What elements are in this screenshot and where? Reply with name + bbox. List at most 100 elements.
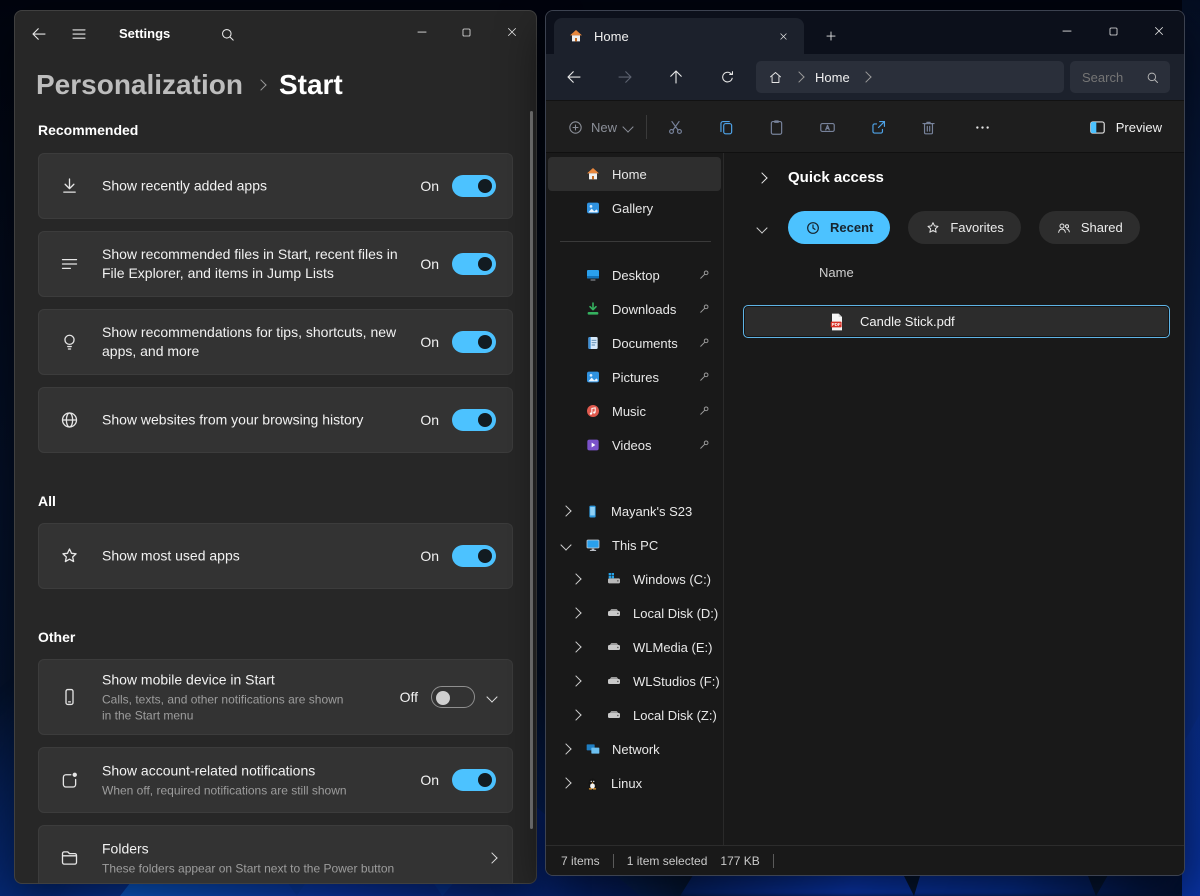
settings-search-button[interactable]: [211, 18, 243, 50]
sidebar-item-home[interactable]: Home: [548, 157, 721, 191]
setting-subtitle: When off, required notifications are sti…: [102, 783, 347, 799]
collapse-chevron-down-icon[interactable]: [562, 528, 570, 562]
new-button[interactable]: New: [561, 112, 638, 142]
pin-icon[interactable]: [698, 337, 711, 350]
file-row-selected[interactable]: PDF Candle Stick.pdf: [743, 305, 1170, 338]
rename-button[interactable]: [810, 112, 844, 142]
toggle-recently-added-apps[interactable]: [452, 175, 496, 197]
column-header-name[interactable]: Name: [819, 265, 854, 280]
cut-button[interactable]: [658, 112, 692, 142]
close-button[interactable]: [489, 11, 534, 53]
tab-close-button[interactable]: [772, 25, 794, 47]
nav-back-button[interactable]: [559, 62, 589, 92]
close-button[interactable]: [1136, 11, 1182, 51]
file-name: Candle Stick.pdf: [860, 314, 955, 329]
setting-card-mobile-device[interactable]: Show mobile device in Start Calls, texts…: [38, 659, 513, 735]
address-breadcrumb-home[interactable]: Home: [815, 70, 850, 85]
explorer-tabbar: Home: [546, 11, 1184, 54]
toggle-websites-history[interactable]: [452, 409, 496, 431]
quick-access-header[interactable]: Quick access: [758, 169, 884, 186]
explorer-navbar: Home: [546, 54, 1184, 100]
sidebar-item-drive-e[interactable]: WLMedia (E:): [548, 630, 721, 664]
expand-chevron-right-icon[interactable]: [572, 698, 580, 732]
section-chevron-down-icon[interactable]: [756, 222, 767, 233]
copy-button[interactable]: [709, 112, 743, 142]
sidebar-item-desktop[interactable]: Desktop: [548, 258, 721, 292]
toggle-state-label: On: [420, 334, 439, 350]
sidebar-item-downloads[interactable]: Downloads: [548, 292, 721, 326]
toggle-most-used-apps[interactable]: [452, 545, 496, 567]
expand-chevron-right-icon[interactable]: [562, 494, 570, 528]
toggle-state-label: On: [420, 256, 439, 272]
sidebar-item-network[interactable]: Network: [548, 732, 721, 766]
preview-button[interactable]: Preview: [1082, 112, 1168, 142]
sidebar-item-documents[interactable]: Documents: [548, 326, 721, 360]
nav-forward-button[interactable]: [610, 62, 640, 92]
nav-up-button[interactable]: [661, 62, 691, 92]
minimize-button[interactable]: [1044, 11, 1090, 51]
delete-button[interactable]: [911, 112, 945, 142]
toggle-recommended-files[interactable]: [452, 253, 496, 275]
section-chevron-right-icon[interactable]: [756, 172, 767, 183]
maximize-button[interactable]: [1090, 11, 1136, 51]
sidebar-item-videos[interactable]: Videos: [548, 428, 721, 462]
settings-app-title: Settings: [119, 26, 170, 41]
sidebar-item-drive-c[interactable]: Windows (C:): [548, 562, 721, 596]
pin-icon[interactable]: [698, 269, 711, 282]
maximize-button[interactable]: [444, 11, 489, 53]
expand-chevron-right-icon[interactable]: [572, 562, 580, 596]
pin-icon[interactable]: [698, 371, 711, 384]
tab-home[interactable]: Home: [554, 18, 804, 54]
filter-pill-label: Favorites: [950, 220, 1003, 235]
more-ellipsis-icon: [973, 118, 992, 137]
sidebar-item-phone-device[interactable]: Mayank's S23: [548, 494, 721, 528]
sidebar-item-music[interactable]: Music: [548, 394, 721, 428]
sidebar-item-drive-f[interactable]: WLStudios (F:): [548, 664, 721, 698]
sidebar-item-label: This PC: [612, 538, 658, 553]
forward-arrow-icon: [616, 68, 634, 86]
new-tab-button[interactable]: [818, 23, 844, 49]
pin-icon[interactable]: [698, 303, 711, 316]
maximize-icon: [460, 26, 473, 39]
filter-pill-favorites[interactable]: Favorites: [908, 211, 1020, 244]
sidebar-item-this-pc[interactable]: This PC: [548, 528, 721, 562]
search-box[interactable]: [1070, 61, 1170, 93]
toggle-state-label: On: [420, 548, 439, 564]
expand-chevron-right-icon[interactable]: [572, 630, 580, 664]
search-input[interactable]: [1080, 69, 1145, 86]
toggle-account-notifications[interactable]: [452, 769, 496, 791]
toggle-recommendations-tips[interactable]: [452, 331, 496, 353]
setting-card-folders[interactable]: Folders These folders appear on Start ne…: [38, 825, 513, 884]
sidebar-item-linux[interactable]: Linux: [548, 766, 721, 800]
nav-refresh-button[interactable]: [712, 62, 742, 92]
refresh-icon: [719, 69, 736, 86]
back-button[interactable]: [23, 18, 55, 50]
sidebar-item-pictures[interactable]: Pictures: [548, 360, 721, 394]
minimize-button[interactable]: [399, 11, 444, 53]
status-divider: [613, 854, 614, 868]
filter-pill-shared[interactable]: Shared: [1039, 211, 1140, 244]
paste-icon: [767, 118, 786, 137]
sidebar-item-label: Downloads: [612, 302, 676, 317]
sidebar-item-gallery[interactable]: Gallery: [548, 191, 721, 225]
filter-pill-recent[interactable]: Recent: [788, 211, 890, 244]
toggle-mobile-device[interactable]: [431, 686, 475, 708]
paste-button[interactable]: [759, 112, 793, 142]
expand-chevron-right-icon[interactable]: [562, 732, 570, 766]
more-options-button[interactable]: [965, 112, 999, 142]
sidebar-item-drive-d[interactable]: Local Disk (D:): [548, 596, 721, 630]
navigation-menu-button[interactable]: [63, 18, 95, 50]
settings-scrollbar[interactable]: [530, 111, 533, 829]
pin-icon[interactable]: [698, 405, 711, 418]
expand-chevron-right-icon[interactable]: [572, 664, 580, 698]
sidebar-item-drive-z[interactable]: Local Disk (Z:): [548, 698, 721, 732]
expand-chevron-down-icon[interactable]: [486, 691, 497, 702]
sidebar-item-label: Network: [612, 742, 660, 757]
expand-chevron-right-icon[interactable]: [562, 766, 570, 800]
share-button[interactable]: [861, 112, 895, 142]
toolbar-divider: [646, 115, 647, 139]
breadcrumb-personalization[interactable]: Personalization: [36, 69, 243, 101]
pin-icon[interactable]: [698, 439, 711, 452]
address-bar[interactable]: Home: [756, 61, 1064, 93]
expand-chevron-right-icon[interactable]: [572, 596, 580, 630]
